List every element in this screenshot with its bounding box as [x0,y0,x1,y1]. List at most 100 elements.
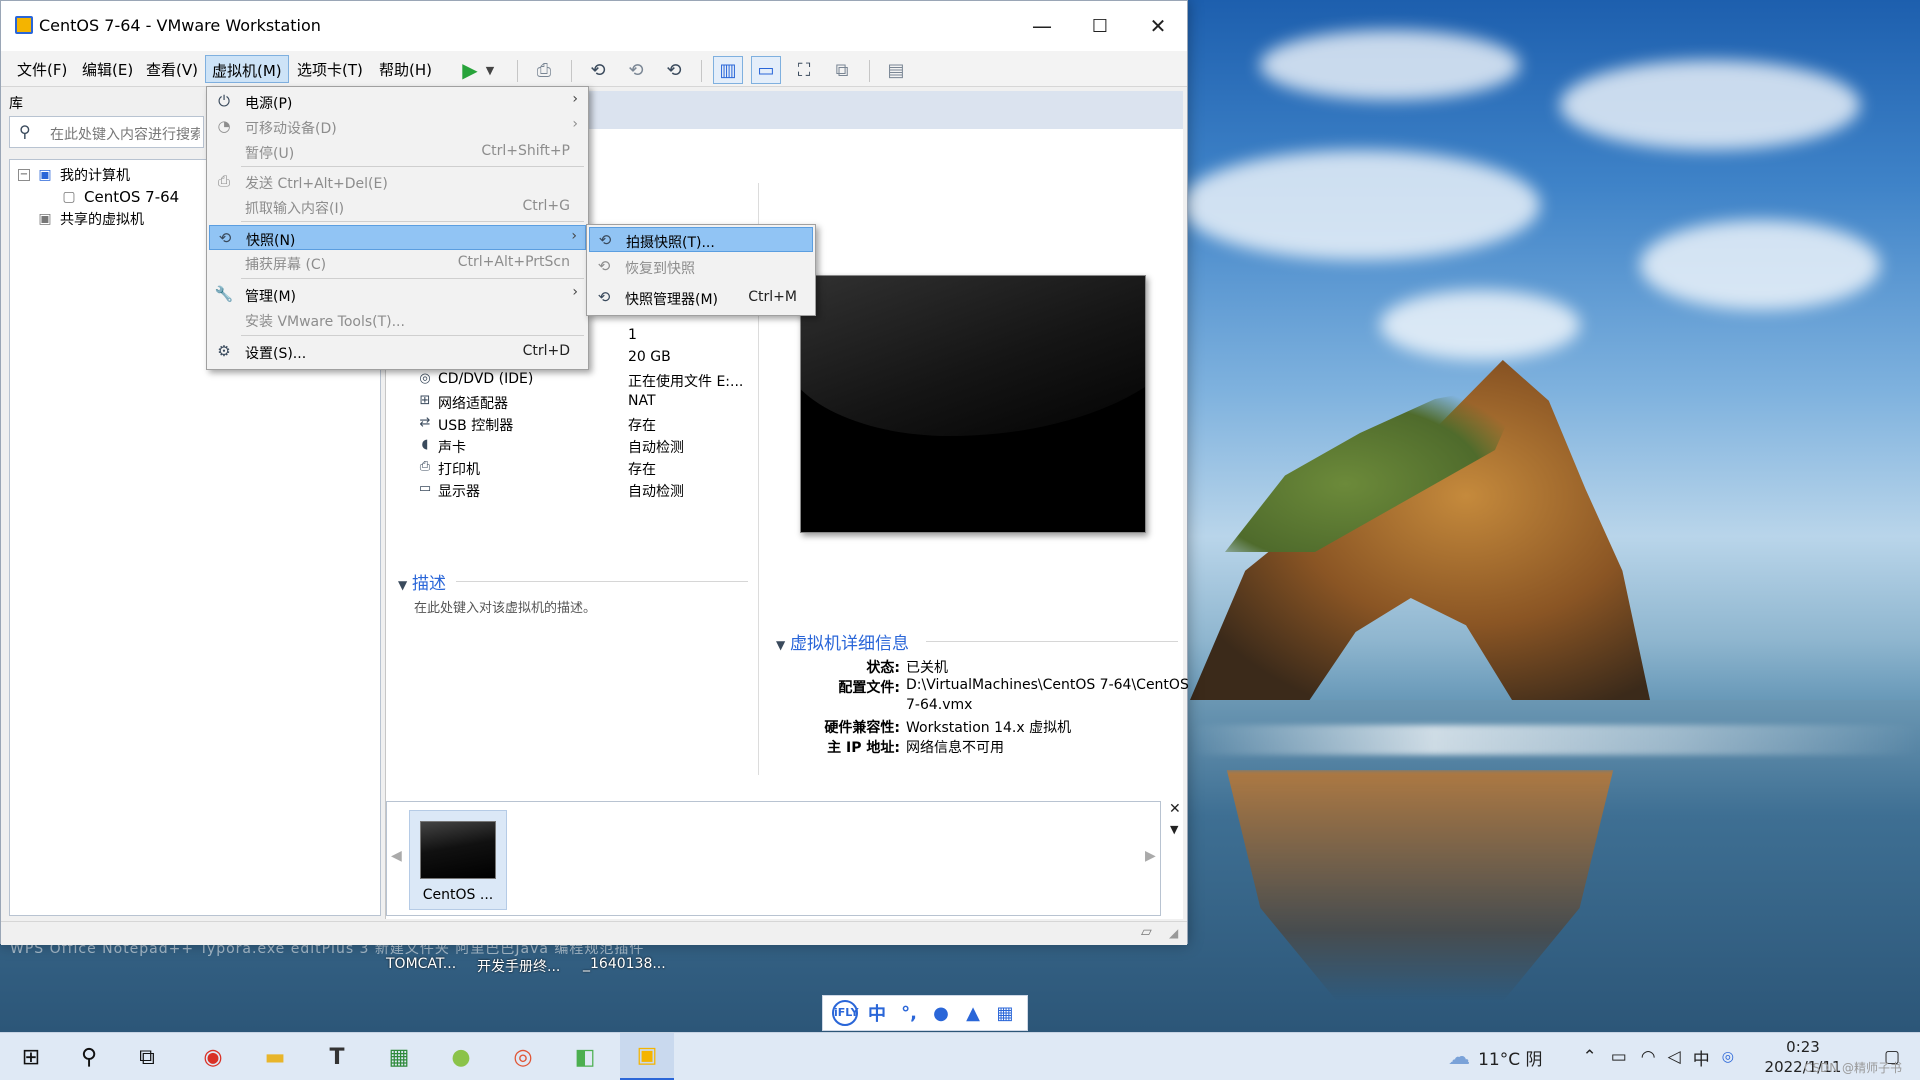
taskbar-chrome[interactable]: ◉ [186,1033,240,1080]
microphone-icon[interactable]: ● [928,1003,954,1024]
snapshot-manager-icon[interactable]: ⟲ [659,56,689,84]
hardware-row[interactable]: ◖ 声卡 自动检测 [416,435,746,457]
description-header[interactable]: ▼ 描述 [398,569,446,594]
menu-item-capture-screen[interactable]: 捕获屏幕 (C) Ctrl+Alt+PrtScn [209,250,586,275]
vm-thumbnail-caption: CentOS ... [422,887,494,903]
console-view-icon[interactable]: ▤ [881,56,911,84]
show-hidden-icons-icon[interactable]: ⌃ [1582,1047,1596,1067]
volume-icon[interactable]: ◁ [1668,1047,1681,1067]
menu-item-install-tools[interactable]: 安装 VMware Tools(T)... [209,307,586,332]
menu-item-grab-input[interactable]: 抓取输入内容(I) Ctrl+G [209,194,586,219]
desktop-icon-label[interactable]: 开发手册终... [477,956,560,976]
hardware-name: CD/DVD (IDE) [438,371,534,387]
weather-cloud-icon: ☁ [1448,1044,1471,1070]
taskbar-image-viewer[interactable]: ▦ [372,1033,426,1080]
show-library-icon[interactable]: ▥ [713,56,743,84]
ime-chinese-toggle[interactable]: 中 [864,1000,890,1026]
collapse-toggle-icon[interactable]: − [18,169,30,181]
take-snapshot-icon[interactable]: ⟲ [583,56,613,84]
menu-item-removable-devices[interactable]: ◔ 可移动设备(D) › [209,114,586,139]
vmware-app-icon [15,16,33,34]
user-icon[interactable]: ▲ [960,1003,986,1024]
menu-help[interactable]: 帮助(H) [373,55,438,83]
network-adapter-icon: ⊞ [419,393,431,408]
search-button[interactable]: ⚲ [62,1033,116,1080]
menu-separator [241,166,584,167]
fullscreen-icon[interactable]: ⛶ [789,56,819,84]
wifi-icon[interactable]: ◠ [1641,1047,1656,1067]
menu-tabs[interactable]: 选项卡(T) [291,55,369,83]
menu-file[interactable]: 文件(F) [11,55,73,83]
menu-item-take-snapshot[interactable]: ⟲ 拍摄快照(T)... [589,227,813,252]
play-dropdown-icon[interactable]: ▼ [481,56,499,84]
taskbar-app-wechat-work[interactable]: ◧ [558,1033,612,1080]
menu-item-snapshot[interactable]: ⟲ 快照(N) › [209,225,586,250]
desktop-icon-label[interactable]: TOMCAT... [386,956,456,972]
snapshot-manager-icon: ⟲ [597,288,611,306]
desktop-icon-label[interactable]: _1640138... [583,956,666,972]
weather-text[interactable]: 11°C 阴 [1478,1045,1542,1070]
menu-item-power[interactable]: ⏻ 电源(P) › [209,89,586,114]
unity-icon[interactable]: ⧉ [827,56,857,84]
ime-indicator-icon[interactable]: 中 [1693,1045,1710,1070]
thumbnail-menu-icon[interactable]: ▼ [1170,823,1178,836]
vm-details-header[interactable]: ▼ 虚拟机详细信息 [776,629,909,654]
ime-toolbar: iFLY 中 °, ● ▲ ▦ [822,995,1028,1031]
tree-item-my-computer[interactable]: − ▣ 我的计算机 [18,164,130,186]
menu-item-snapshot-manager[interactable]: ⟲ 快照管理器(M) Ctrl+M [589,285,813,310]
tree-item-vm[interactable]: ▢ CentOS 7-64 [60,186,179,208]
vm-preview-screen[interactable] [800,275,1146,533]
menu-item-manage[interactable]: 🔧 管理(M) › [209,282,586,307]
scroll-right-icon[interactable]: ▶ [1145,848,1156,864]
menu-item-send-ctrl-alt-del[interactable]: ⎙ 发送 Ctrl+Alt+Del(E) [209,169,586,194]
collapse-arrow-icon: ▼ [398,578,408,592]
menu-item-revert-snapshot[interactable]: ⟲ 恢复到快照 [589,254,813,279]
hardware-row[interactable]: ▭ 显示器 自动检测 [416,479,746,501]
minimize-button[interactable]: — [1013,1,1071,51]
menu-item-settings[interactable]: ⚙ 设置(S)... Ctrl+D [209,339,586,364]
task-view-button[interactable]: ⧉ [120,1033,174,1080]
menu-item-pause[interactable]: 暂停(U) Ctrl+Shift+P [209,139,586,164]
battery-icon[interactable]: ▭ [1611,1047,1627,1067]
detail-value: 已关机 [906,660,948,676]
cd-dvd-icon: ◎ [419,371,431,386]
apps-grid-icon[interactable]: ▦ [992,1003,1018,1024]
menu-item-label: 电源(P) [245,96,293,112]
description-placeholder[interactable]: 在此处键入对该虚拟机的描述。 [414,597,596,616]
vm-thumbnail[interactable]: CentOS ... [409,810,507,910]
taskbar-typora[interactable]: T [310,1033,364,1080]
scroll-left-icon[interactable]: ◀ [391,848,402,864]
ifly-tray-icon[interactable]: ◎ [1722,1049,1734,1065]
hardware-row[interactable]: ◎ CD/DVD (IDE) 正在使用文件 E:... [416,369,746,391]
title-bar[interactable]: CentOS 7-64 - VMware Workstation — ☐ ✕ [1,1,1187,51]
submenu-arrow-icon: › [572,116,578,132]
close-thumbnail-bar-icon[interactable]: ✕ [1169,801,1181,817]
taskbar-file-explorer[interactable]: ▬ [248,1033,302,1080]
hardware-row[interactable]: ⎙ 打印机 存在 [416,457,746,479]
menu-separator [241,335,584,336]
library-search-input[interactable]: ⚲ 在此处键入内容进行搜索 [9,116,204,148]
revert-snapshot-icon[interactable]: ⟲ [621,56,651,84]
menu-edit[interactable]: 编辑(E) [76,55,139,83]
menu-view[interactable]: 查看(V) [140,55,204,83]
menu-item-label: 暂停(U) [245,146,295,162]
message-log-icon[interactable]: ▱ [1141,924,1152,940]
taskbar-app-green[interactable]: ● [434,1033,488,1080]
tree-item-shared-vms[interactable]: ▣ 共享的虚拟机 [36,208,144,230]
close-button[interactable]: ✕ [1129,1,1187,51]
hardware-row[interactable]: ⇄ USB 控制器 存在 [416,413,746,435]
menu-item-label: 捕获屏幕 (C) [245,257,327,273]
maximize-button[interactable]: ☐ [1071,1,1129,51]
send-ctrl-alt-del-icon[interactable]: ⎙ [529,56,559,84]
start-button[interactable]: ⊞ [4,1033,58,1080]
vm-thumbnail-image [420,821,496,879]
resize-grip-icon[interactable]: ◢ [1169,926,1178,940]
taskbar-vmware[interactable]: ▣ [620,1033,674,1080]
ifly-logo-icon[interactable]: iFLY [832,1000,859,1026]
hardware-row[interactable]: ⊞ 网络适配器 NAT [416,391,746,413]
submenu-arrow-icon: › [572,91,578,107]
ime-punctuation-icon[interactable]: °, [896,1003,922,1024]
taskbar-app-red[interactable]: ◎ [496,1033,550,1080]
menu-vm[interactable]: 虚拟机(M) [205,55,289,83]
thumbnail-bar-icon[interactable]: ▭ [751,56,781,84]
